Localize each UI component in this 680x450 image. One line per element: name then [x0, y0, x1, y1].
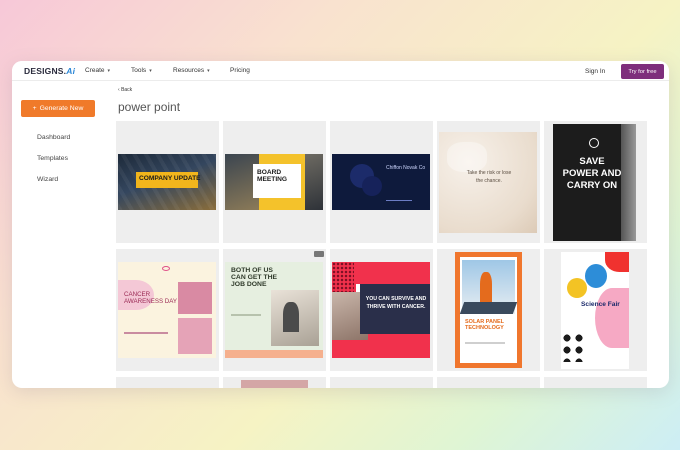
generate-new-label: Generate New [39, 105, 84, 112]
template-card[interactable] [544, 377, 647, 388]
template-card[interactable]: Chiffon Novak Co [330, 121, 433, 243]
template-title: SAVE POWER AND CARRY ON [562, 156, 622, 191]
nav-pricing[interactable]: Pricing [230, 67, 250, 74]
logo-text: DESIGNS. [24, 66, 67, 76]
chevron-down-icon: ▾ [207, 68, 210, 74]
template-card[interactable]: COMPANY UPDATE [116, 121, 219, 243]
template-card[interactable]: BOARD MEETING [223, 121, 326, 243]
generate-new-button[interactable]: + Generate New [21, 100, 95, 117]
sidebar-item-wizard[interactable]: Wizard [37, 176, 58, 183]
logo-ai-text: Ai [66, 66, 76, 76]
template-card[interactable]: SOLAR PANEL TECHNOLOGY [437, 249, 540, 371]
nav-pricing-label: Pricing [230, 67, 250, 74]
template-title: Science Fair [581, 301, 620, 308]
template-title: SOLAR PANEL TECHNOLOGY [465, 319, 504, 331]
template-card[interactable]: Science Fair [544, 249, 647, 371]
nav-create-label: Create [85, 67, 105, 74]
page-title: power point [118, 100, 181, 114]
template-title: BOTH OF US CAN GET THE JOB DONE [231, 267, 278, 289]
sidebar-item-templates[interactable]: Templates [37, 155, 68, 162]
template-thumbnail: Chiffon Novak Co [332, 154, 430, 210]
template-thumbnail: BOARD MEETING [225, 154, 323, 210]
template-card[interactable]: Take the risk or lose the chance. [437, 121, 540, 243]
template-card[interactable]: BOTH OF US CAN GET THE JOB DONE [223, 249, 326, 371]
template-thumbnail: Science Fair [561, 252, 629, 369]
template-thumbnail [241, 380, 308, 388]
template-thumbnail: SAVE POWER AND CARRY ON [553, 124, 636, 241]
nav-tools[interactable]: Tools ▾ [131, 67, 152, 74]
badge-icon [314, 251, 324, 257]
sidebar-item-dashboard[interactable]: Dashboard [37, 134, 70, 141]
designs-ai-logo[interactable]: DESIGNS.Ai [24, 66, 75, 76]
template-card[interactable]: YOU CAN SURVIVE AND THRIVE WITH CANCER. [330, 249, 433, 371]
template-thumbnail: BOTH OF US CAN GET THE JOB DONE [225, 262, 323, 358]
template-card[interactable]: SAVE POWER AND CARRY ON [544, 121, 647, 243]
template-card[interactable]: CANCER AWARENESS DAY [116, 249, 219, 371]
plus-icon: + [32, 105, 37, 112]
chevron-down-icon: ▾ [107, 68, 111, 74]
nav-create[interactable]: Create ▾ [85, 67, 110, 74]
top-navbar: DESIGNS.Ai Create ▾ Tools ▾ Resources ▾ Pri… [12, 61, 669, 81]
nav-resources-label: Resources [173, 67, 205, 74]
template-card[interactable] [330, 377, 433, 388]
template-card[interactable] [116, 377, 219, 388]
nav-resources[interactable]: Resources ▾ [173, 67, 210, 74]
nav-tools-label: Tools [131, 67, 147, 74]
template-card[interactable] [437, 377, 540, 388]
template-thumbnail: CANCER AWARENESS DAY [118, 262, 216, 358]
template-title: CANCER AWARENESS DAY [124, 291, 178, 305]
template-thumbnail: Take the risk or lose the chance. [439, 132, 537, 233]
chevron-down-icon: ▾ [149, 68, 152, 74]
template-title: Take the risk or lose the chance. [466, 170, 512, 184]
template-title: YOU CAN SURVIVE AND THRIVE WITH CANCER. [365, 296, 427, 310]
template-title: COMPANY UPDATE [139, 175, 201, 182]
template-card[interactable] [223, 377, 326, 388]
template-thumbnail: SOLAR PANEL TECHNOLOGY [455, 252, 522, 368]
app-window: DESIGNS.Ai Create ▾ Tools ▾ Resources ▾ Pri… [12, 61, 669, 388]
template-thumbnail: COMPANY UPDATE [118, 154, 216, 210]
sign-in-link[interactable]: Sign In [585, 68, 605, 75]
template-thumbnail: YOU CAN SURVIVE AND THRIVE WITH CANCER. [332, 262, 430, 358]
template-title: BOARD MEETING [257, 169, 288, 183]
template-title: Chiffon Novak Co [386, 165, 426, 171]
back-link[interactable]: ‹ Back [118, 87, 132, 93]
try-for-free-button[interactable]: Try for free [621, 64, 664, 79]
back-label: Back [121, 87, 133, 93]
